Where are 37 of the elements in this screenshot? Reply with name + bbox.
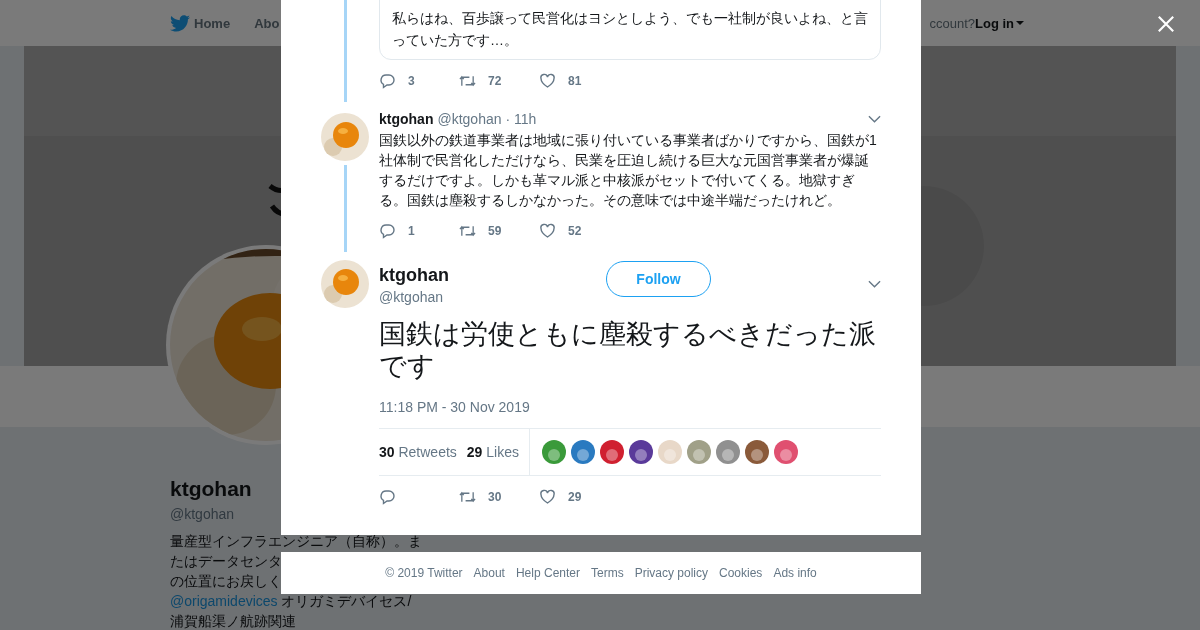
nav-link[interactable]: Home	[194, 15, 231, 31]
reply-icon	[379, 489, 396, 505]
login-link[interactable]: Log in	[975, 15, 1024, 31]
liker-avatar[interactable]	[774, 440, 798, 464]
like-button[interactable]: 29	[539, 489, 619, 505]
tweet-timestamp: 11:18 PM - 30 Nov 2019	[379, 398, 531, 417]
bio-text: 浦賀船渠ノ航跡関連	[170, 613, 296, 629]
profile-handle: @ktgohan	[170, 505, 235, 524]
caret-icon	[1016, 21, 1024, 25]
retweets-count[interactable]: 30 Retweets	[379, 444, 457, 460]
nav-link[interactable]: Abo	[254, 15, 280, 31]
profile-name: ktgohan	[170, 476, 252, 502]
heart-icon	[539, 489, 556, 505]
liker-avatar[interactable]	[600, 440, 624, 464]
bird-icon	[170, 14, 190, 32]
retweet-icon	[459, 489, 476, 505]
footer-link[interactable]: Terms	[591, 566, 624, 580]
quoted-text: 私らはね、百歩譲って民営化はヨシとしよう、でも一社制が良いよね、と言っていた方です…。	[392, 10, 868, 48]
footer-link[interactable]: Privacy policy	[634, 566, 708, 580]
footer-link[interactable]: Ads info	[773, 566, 817, 580]
bio-text: たはデータセンタ	[170, 553, 282, 569]
footer-link[interactable]: About	[473, 566, 505, 580]
liker-avatar[interactable]	[745, 440, 769, 464]
footer-link[interactable]: Help Center	[515, 566, 580, 580]
likes-count[interactable]: 29 Likes	[466, 444, 519, 460]
footer-link[interactable]: Cookies	[719, 566, 763, 580]
liker-avatar[interactable]	[542, 440, 566, 464]
account-prompt: ccount?	[929, 15, 975, 31]
retweet-button[interactable]: 30	[459, 489, 539, 505]
liker-avatar[interactable]	[629, 440, 653, 464]
footer-link[interactable]: © 2019 Twitter	[385, 566, 463, 580]
quoted-tweet[interactable]: 私らはね、百歩譲って民営化はヨシとしよう、でも一社制が良いよね、と言っていた方です…。	[379, 0, 881, 60]
bio-text: オリガミデバイセス/	[281, 593, 412, 609]
close-icon[interactable]	[1157, 15, 1175, 33]
liker-avatar[interactable]	[571, 440, 595, 464]
bio-text: の位置にお戻しく	[170, 573, 282, 589]
bio-text: 量産型インフラエンジニア（自称）。ま	[170, 533, 422, 549]
